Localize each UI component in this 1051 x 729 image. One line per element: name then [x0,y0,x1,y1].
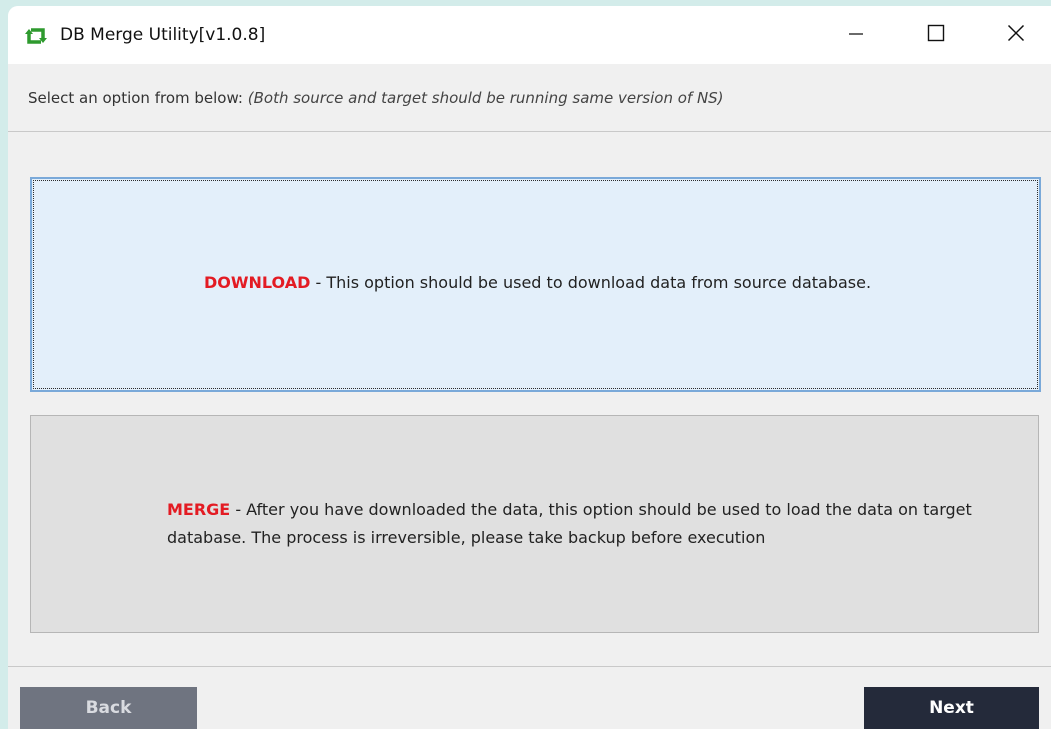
download-option[interactable]: DOWNLOAD - This option should be used to… [30,177,1041,392]
merge-description: - After you have downloaded the data, th… [167,500,972,547]
maximize-icon [927,24,945,46]
back-button[interactable]: Back [20,687,197,729]
minimize-button[interactable] [826,6,886,64]
title-bar[interactable]: DB Merge Utility[v1.0.8] [8,6,1051,64]
footer-divider [8,666,1051,667]
refresh-arrows-icon [24,24,48,48]
db-merge-utility-window: DB Merge Utility[v1.0.8] Select an optio… [8,6,1051,729]
download-description: - This option should be used to download… [310,273,872,292]
next-button[interactable]: Next [864,687,1039,729]
instruction-bar: Select an option from below: (Both sourc… [8,64,1051,132]
merge-keyword: MERGE [167,500,231,519]
close-button[interactable] [986,6,1046,64]
minimize-icon [848,25,864,45]
maximize-button[interactable] [906,6,966,64]
download-option-text: DOWNLOAD - This option should be used to… [204,269,871,297]
instruction-prefix: Select an option from below: [28,89,248,107]
instruction-text: Select an option from below: (Both sourc… [28,89,724,107]
merge-option-text: MERGE - After you have downloaded the da… [167,496,1027,552]
merge-option[interactable]: MERGE - After you have downloaded the da… [30,415,1039,633]
download-keyword: DOWNLOAD [204,273,311,292]
window-title: DB Merge Utility[v1.0.8] [60,25,266,45]
close-icon [1007,24,1025,46]
instruction-note: (Both source and target should be runnin… [247,89,724,107]
